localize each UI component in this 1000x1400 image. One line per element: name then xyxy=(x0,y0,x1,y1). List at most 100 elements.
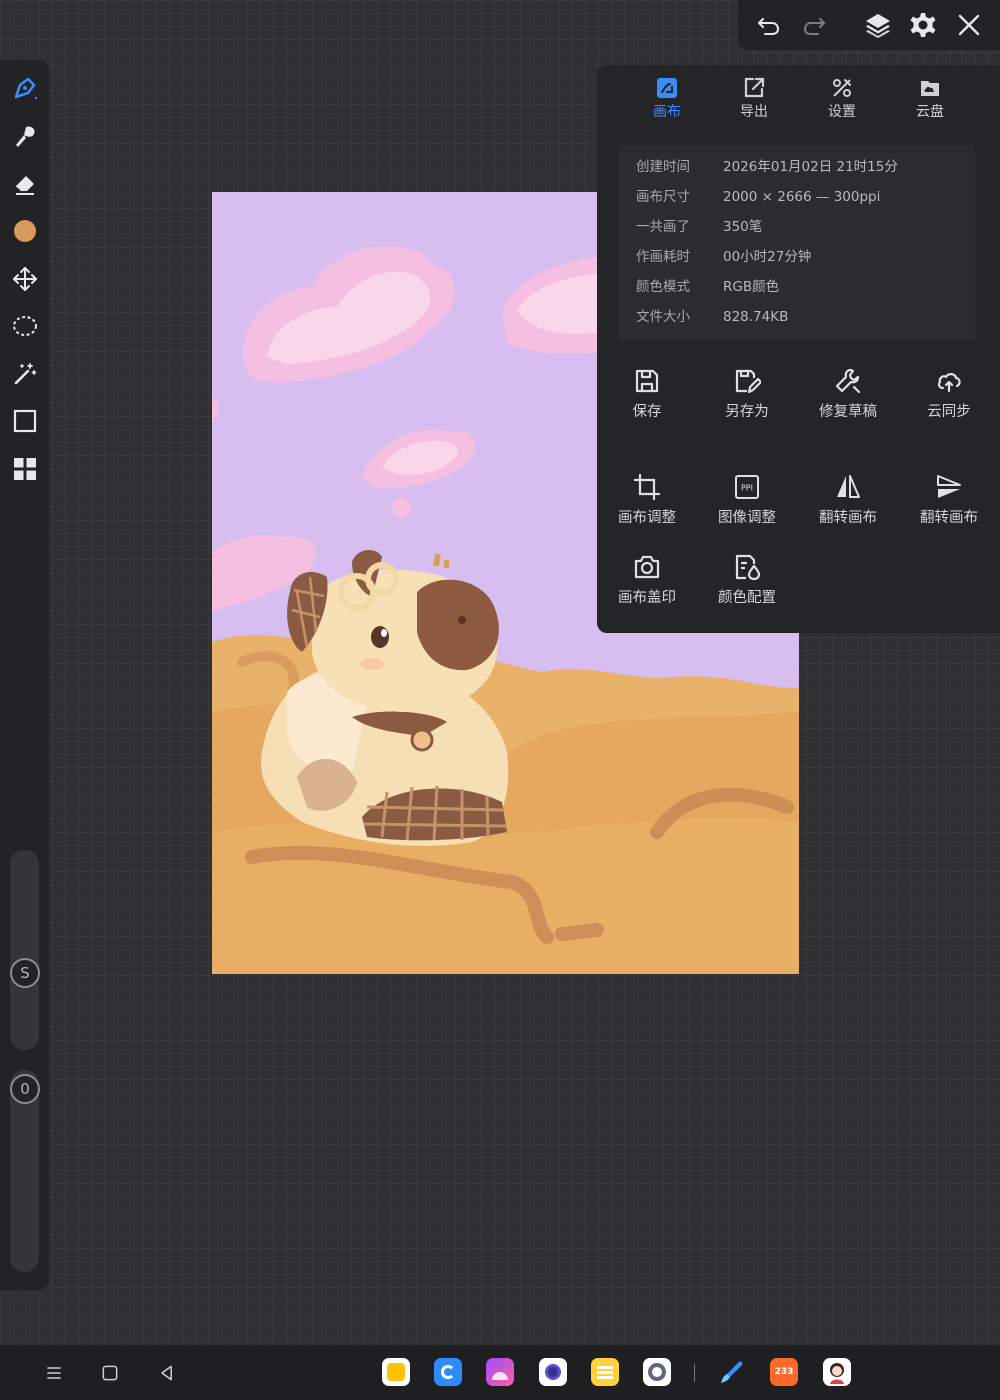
tab-cloud-drive-label: 云盘 xyxy=(916,104,944,120)
save-as-button[interactable]: 另存为 xyxy=(697,367,797,421)
svg-text:PPI: PPI xyxy=(741,484,753,493)
repair-draft-button[interactable]: 修复草稿 xyxy=(798,367,898,421)
opacity-slider-label: 0 xyxy=(20,1080,30,1098)
color-config-icon xyxy=(735,554,761,581)
system-nav-bar: 233 xyxy=(0,1345,1000,1400)
tab-export[interactable]: 导出 xyxy=(719,77,789,127)
size-slider-knob[interactable]: S xyxy=(10,958,40,988)
camera-app-icon[interactable] xyxy=(539,1358,567,1386)
camera-icon xyxy=(634,555,660,579)
color-config-label: 颜色配置 xyxy=(718,590,776,606)
flip-horizontal-icon xyxy=(837,475,860,498)
canvas-info: 创建时间 2026年01月02日 21时15分 画布尺寸 2000 × 2666 —… xyxy=(618,145,975,341)
canvas-stamp-button[interactable]: 画布盖印 xyxy=(597,553,697,607)
repair-draft-label: 修复草稿 xyxy=(819,404,877,420)
info-label: 文件大小 xyxy=(636,309,690,325)
menu-icon[interactable] xyxy=(42,1361,66,1385)
info-row-file-size: 文件大小 828.74KB xyxy=(636,305,788,325)
canvas-stamp-label: 画布盖印 xyxy=(618,590,676,606)
flip-canvas-horizontal-label: 翻转画布 xyxy=(819,510,877,526)
color-swatch[interactable] xyxy=(9,215,41,247)
info-value: 2000 × 2666 — 300ppi xyxy=(723,189,881,205)
close-icon[interactable] xyxy=(954,10,984,40)
save-button[interactable]: 保存 xyxy=(597,367,697,421)
settings-app-icon[interactable] xyxy=(643,1358,671,1386)
info-label: 创建时间 xyxy=(636,159,690,175)
layers-icon[interactable] xyxy=(863,10,893,40)
size-slider[interactable] xyxy=(10,850,39,1050)
tab-canvas[interactable]: 画布 xyxy=(632,77,702,127)
save-as-label: 另存为 xyxy=(725,404,769,420)
tab-cloud-drive[interactable]: 云盘 xyxy=(895,77,965,127)
info-label: 颜色模式 xyxy=(636,279,690,295)
settings-icon xyxy=(833,79,851,97)
memo-app-icon[interactable] xyxy=(591,1358,619,1386)
rectangle-select-icon[interactable] xyxy=(9,405,41,437)
game-app-label: 233 xyxy=(774,1367,794,1377)
info-value: 350笔 xyxy=(723,219,763,235)
magic-wand-icon[interactable] xyxy=(9,358,41,390)
tab-export-label: 导出 xyxy=(740,104,768,120)
cloud-sync-icon xyxy=(937,373,961,393)
gallery-app-icon[interactable] xyxy=(486,1358,514,1386)
notes-app-icon[interactable] xyxy=(382,1358,410,1386)
info-row-color-mode: 颜色模式 RGB颜色 xyxy=(636,275,779,295)
pen-icon[interactable] xyxy=(9,72,41,104)
game-app-icon[interactable]: 233 xyxy=(770,1358,798,1386)
canvas-panel: 画布 导出 设置 云盘 创建时间 2026年01月02日 21时15分 画布尺寸 2… xyxy=(597,65,1000,633)
export-icon xyxy=(744,77,765,98)
left-toolbar: S 0 xyxy=(0,60,49,1290)
paint-app-icon[interactable] xyxy=(718,1358,746,1386)
repair-icon xyxy=(835,368,861,394)
tab-canvas-label: 画布 xyxy=(653,104,681,120)
save-label: 保存 xyxy=(632,404,662,420)
cloud-sync-button[interactable]: 云同步 xyxy=(899,367,999,421)
size-slider-label: S xyxy=(20,964,30,982)
avatar-app-icon[interactable] xyxy=(823,1358,851,1386)
canvas-adjust-label: 画布调整 xyxy=(618,510,676,526)
redo-icon[interactable] xyxy=(800,10,830,40)
info-value: 00小时27分钟 xyxy=(723,249,812,265)
save-icon xyxy=(635,369,659,393)
eraser-icon[interactable] xyxy=(9,168,41,200)
flip-canvas-horizontal-button[interactable]: 翻转画布 xyxy=(798,473,898,527)
dock-separator xyxy=(694,1364,695,1382)
crop-icon xyxy=(633,473,661,501)
cloud-drive-icon xyxy=(921,81,939,96)
color-swatch-fill xyxy=(14,220,36,242)
tab-settings[interactable]: 设置 xyxy=(807,77,877,127)
home-icon[interactable] xyxy=(98,1361,122,1385)
save-as-icon xyxy=(735,369,761,394)
flip-canvas-vertical-button[interactable]: 翻转画布 xyxy=(899,473,999,527)
cloud-sync-label: 云同步 xyxy=(927,404,971,420)
info-row-created: 创建时间 2026年01月02日 21时15分 xyxy=(636,155,898,175)
canvas-icon xyxy=(657,78,677,98)
flip-canvas-vertical-label: 翻转画布 xyxy=(920,510,978,526)
info-row-duration: 作画耗时 00小时27分钟 xyxy=(636,245,811,265)
opacity-slider-knob[interactable]: 0 xyxy=(10,1074,40,1104)
info-row-strokes: 一共画了 350笔 xyxy=(636,215,762,235)
grid-icon[interactable] xyxy=(9,453,41,485)
image-adjust-button[interactable]: PPI 图像调整 xyxy=(697,473,797,527)
move-icon[interactable] xyxy=(9,263,41,295)
brush-icon[interactable] xyxy=(9,120,41,152)
image-adjust-label: 图像调整 xyxy=(718,510,776,526)
info-row-size: 画布尺寸 2000 × 2666 — 300ppi xyxy=(636,185,880,205)
top-toolbar xyxy=(738,0,1000,50)
undo-icon[interactable] xyxy=(753,10,783,40)
back-icon[interactable] xyxy=(155,1361,179,1385)
info-value: 2026年01月02日 21时15分 xyxy=(723,159,898,175)
gear-icon[interactable] xyxy=(908,10,938,40)
color-config-button[interactable]: 颜色配置 xyxy=(697,553,797,607)
info-value: 828.74KB xyxy=(723,309,789,325)
tab-settings-label: 设置 xyxy=(828,104,856,120)
info-label: 作画耗时 xyxy=(636,249,690,265)
browser-app-icon[interactable] xyxy=(434,1358,462,1386)
info-label: 一共画了 xyxy=(636,219,690,235)
flip-vertical-icon xyxy=(937,475,961,498)
info-label: 画布尺寸 xyxy=(636,189,690,205)
canvas-adjust-button[interactable]: 画布调整 xyxy=(597,473,697,527)
ppi-icon: PPI xyxy=(735,475,759,499)
lasso-icon[interactable] xyxy=(9,310,41,342)
info-value: RGB颜色 xyxy=(723,279,780,295)
